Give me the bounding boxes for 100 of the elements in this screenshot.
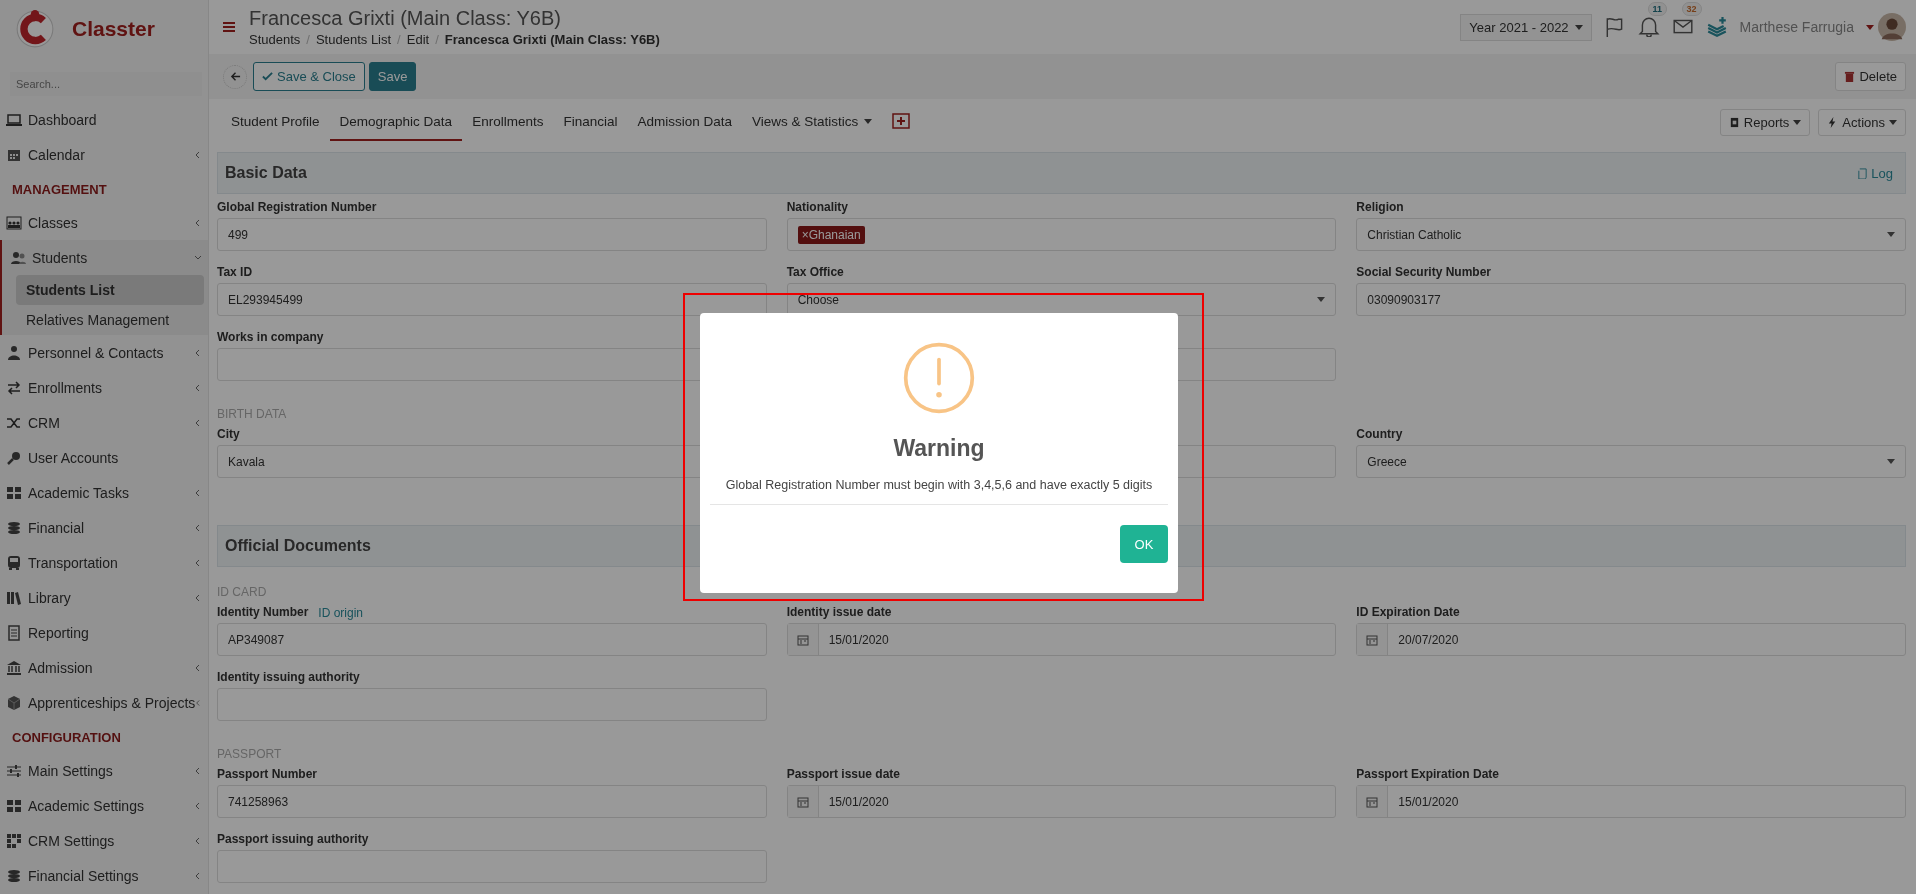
sidebar-subitem[interactable]: Students List (16, 275, 204, 305)
caret-icon (1866, 24, 1874, 30)
tab[interactable]: Student Profile (221, 103, 330, 141)
menu-icon[interactable] (223, 22, 235, 32)
date-field[interactable]: 15/01/2020 (786, 785, 1337, 818)
sidebar-item[interactable]: Apprenticeships & Projects (0, 685, 208, 720)
date-field[interactable]: 15/01/2020 (1356, 785, 1906, 818)
log-link[interactable]: Log (1857, 165, 1893, 181)
calendar-icon (796, 633, 809, 646)
dialog-title: Warning (893, 435, 985, 462)
save-close-button[interactable]: Save & Close (253, 62, 365, 91)
chevron-left-icon (194, 218, 202, 227)
tab-dropdown[interactable]: Views & Statistics (742, 103, 883, 141)
sidebar-item[interactable]: Students (2, 240, 208, 275)
dialog-message: Global Registration Number must begin with 3,4,5,6 and have exactly 5 digits (724, 477, 1154, 494)
logo-text: Classter (72, 17, 155, 41)
chevron-left-icon (194, 801, 202, 810)
caret-icon (864, 118, 873, 124)
chevron-left-icon (194, 663, 202, 672)
sidebar-item[interactable]: Calendar (0, 137, 208, 172)
text-field[interactable]: AP349087 (217, 623, 767, 656)
reports-dropdown[interactable]: Reports (1719, 108, 1811, 136)
field-label: Country (1356, 428, 1403, 443)
nationality-tag[interactable]: ×Ghanaian (797, 225, 865, 244)
breadcrumb-link[interactable]: Edit (406, 32, 430, 47)
tab[interactable]: Admission Data (627, 103, 742, 141)
sidebar-subitem[interactable]: Relatives Management (16, 305, 204, 335)
sidebar-item[interactable]: CRM (0, 405, 208, 440)
date-field[interactable]: 15/01/2020 (786, 623, 1337, 656)
field-label: Works in company (217, 331, 324, 346)
breadcrumb-link[interactable]: Students List (315, 32, 392, 47)
field-label: Passport issue date (786, 768, 901, 783)
tag-field[interactable]: ×Ghanaian (786, 218, 1337, 251)
bank-icon (6, 659, 22, 676)
chevron-down-icon (194, 253, 202, 262)
chevron-left-icon (194, 523, 202, 532)
sidebar-item[interactable]: Classes (0, 205, 208, 240)
text-field[interactable]: 499 (217, 218, 767, 251)
id-origin-link[interactable]: ID origin (318, 606, 364, 623)
sidebar-item[interactable]: Dashboard (0, 102, 208, 137)
sidebar-item[interactable]: Academic Settings (0, 788, 208, 823)
warning-icon (902, 341, 976, 415)
user-menu[interactable]: Marthese Farrugia (1739, 19, 1854, 35)
chevron-left-icon (194, 383, 202, 392)
text-field[interactable]: 03090903177 (1356, 283, 1906, 316)
tab[interactable]: Demographic Data (329, 103, 463, 141)
breadcrumb-separator: / (435, 32, 439, 47)
sidebar-item[interactable]: Academic Tasks (0, 475, 208, 510)
sidebar-item[interactable]: Reporting (0, 615, 208, 650)
calendar-icon (796, 795, 809, 808)
chevron-left-icon (194, 766, 202, 775)
sidebar-item[interactable]: User Accounts (0, 440, 208, 475)
field-label: Tax Office (786, 266, 844, 281)
sidebar-item[interactable]: Main Settings (0, 753, 208, 788)
layers-plus-icon[interactable] (1705, 16, 1728, 38)
year-dropdown[interactable]: Year 2021 - 2022 (1460, 13, 1592, 41)
save-button[interactable]: Save (368, 62, 417, 91)
chevron-left-icon (194, 871, 202, 880)
sidebar-item[interactable]: Transportation (0, 545, 208, 580)
field-label: Passport issuing authority (217, 833, 369, 848)
section-title: Official Documents (225, 537, 371, 555)
actions-dropdown[interactable]: Actions (1818, 108, 1906, 136)
chevron-left-icon (194, 488, 202, 497)
field-label: Tax ID (217, 266, 253, 281)
person-icon (6, 344, 22, 361)
field-label: Global Registration Number (217, 201, 377, 216)
chevron-left-icon (194, 836, 202, 845)
key-icon (6, 449, 22, 466)
avatar[interactable] (1878, 13, 1906, 41)
sidebar-item[interactable]: Enrollments (0, 370, 208, 405)
tab[interactable]: Financial (553, 103, 628, 141)
sidebar-item[interactable]: Personnel & Contacts (0, 335, 208, 370)
field-label: Identity Number (217, 606, 309, 621)
section-heading: CONFIGURATION (11, 729, 122, 747)
sidebar-item[interactable]: Financial Settings (0, 858, 208, 893)
medical-cross-icon (892, 113, 911, 129)
delete-button[interactable]: Delete (1835, 62, 1906, 91)
grid-icon (6, 484, 22, 501)
back-button[interactable] (223, 64, 247, 89)
field-label: Passport Number (217, 768, 318, 783)
sidebar-item[interactable]: Library (0, 580, 208, 615)
breadcrumb-current: Francesca Grixti (Main Class: Y6B) (444, 32, 660, 47)
tab[interactable]: Enrollments (462, 103, 554, 141)
sidebar-item[interactable]: Admission (0, 650, 208, 685)
text-field[interactable]: EL293945499 (217, 283, 767, 316)
caret-icon (1889, 119, 1897, 125)
laptop-icon (6, 111, 22, 128)
chevron-left-icon (194, 558, 202, 567)
breadcrumb-separator: / (306, 32, 310, 47)
sidebar-item[interactable]: CRM Settings (0, 823, 208, 858)
text-field[interactable]: 741258963 (217, 785, 767, 818)
select-field[interactable]: Greece (1356, 445, 1906, 478)
check-icon (262, 71, 273, 82)
sidebar-item[interactable]: Financial (0, 510, 208, 545)
breadcrumb-link[interactable]: Students (249, 32, 301, 47)
people-icon (6, 214, 22, 231)
field-label: Nationality (786, 201, 848, 216)
select-field[interactable]: Christian Catholic (1356, 218, 1906, 251)
date-field[interactable]: 20/07/2020 (1356, 623, 1906, 656)
calendar-icon (1366, 633, 1379, 646)
